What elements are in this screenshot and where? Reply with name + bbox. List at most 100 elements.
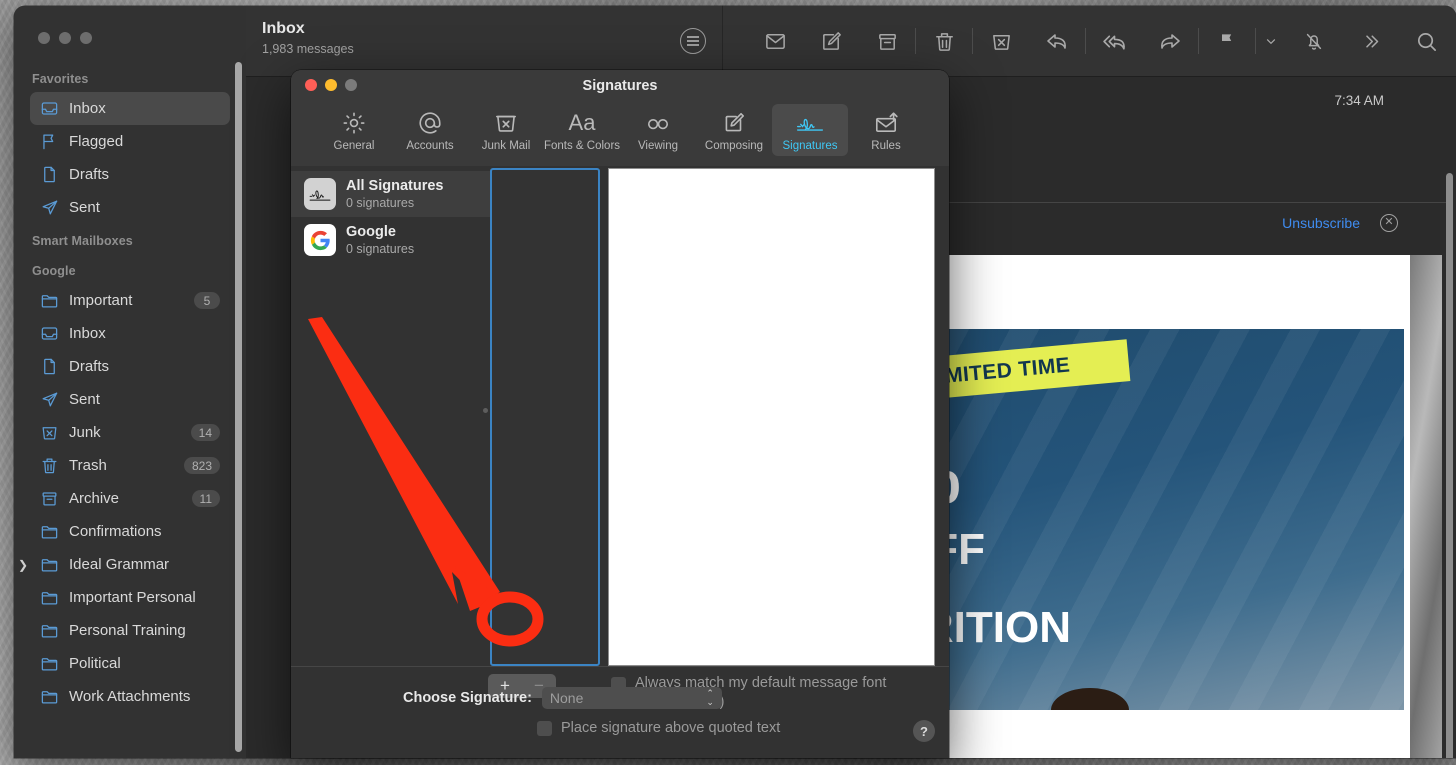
folder-icon — [38, 621, 60, 640]
reading-pane-scrollbar[interactable] — [1446, 173, 1453, 758]
choose-signature-dropdown[interactable]: None ⌃ ⌄ — [541, 687, 722, 709]
sidebar-item-label: Ideal Grammar — [69, 556, 170, 573]
aa-icon: Aa — [568, 110, 596, 135]
tab-label: Accounts — [406, 140, 454, 152]
signature-accounts-list: All Signatures 0 signatures Google 0 signat… — [291, 166, 490, 666]
sidebar-item-archive[interactable]: Archive 11 — [30, 482, 230, 515]
compose-icon[interactable] — [803, 17, 859, 65]
tab-label: Junk Mail — [481, 140, 531, 152]
sidebar-item-junk[interactable]: Junk 14 — [30, 416, 230, 449]
unread-count-badge: 823 — [183, 457, 220, 474]
forward-icon[interactable] — [1142, 17, 1198, 65]
mail-toolbar-row: Inbox 1,983 messages — [246, 6, 1456, 77]
sidebar-item-drafts[interactable]: Drafts — [30, 350, 230, 383]
sidebar-item-confirmations[interactable]: Confirmations — [30, 515, 230, 548]
mailbox-title: Inbox — [262, 20, 305, 37]
junk-bin-icon — [493, 109, 519, 137]
sidebar-item-label: Work Attachments — [69, 688, 191, 705]
tab-accounts[interactable]: Accounts — [392, 104, 468, 156]
inbox-icon — [38, 99, 60, 118]
flag-icon[interactable] — [1199, 17, 1255, 65]
tab-viewing[interactable]: Viewing — [620, 104, 696, 156]
sidebar-scrollbar[interactable] — [235, 62, 242, 752]
flag-dropdown-icon[interactable] — [1256, 17, 1286, 65]
archive-icon[interactable] — [859, 17, 915, 65]
google-logo-icon — [304, 224, 336, 256]
dialog-minimize-button[interactable] — [325, 79, 337, 91]
sidebar-item-drafts[interactable]: Drafts — [30, 158, 230, 191]
junk-icon[interactable] — [973, 17, 1029, 65]
tab-general[interactable]: General — [316, 104, 392, 156]
tab-rules[interactable]: Rules — [848, 104, 924, 156]
sidebar-item-flagged[interactable]: Flagged — [30, 125, 230, 158]
account-name: Google — [346, 223, 396, 240]
sidebar-item-inbox[interactable]: Inbox — [30, 92, 230, 125]
sidebar-item-political[interactable]: Political — [30, 647, 230, 680]
sidebar-item-important[interactable]: Important 5 — [30, 284, 230, 317]
reply-all-icon[interactable] — [1086, 17, 1142, 65]
folder-icon — [38, 555, 60, 574]
minimize-window-button[interactable] — [59, 32, 71, 44]
sidebar-item-ideal-grammar[interactable]: ❯ Ideal Grammar — [18, 548, 230, 581]
sidebar-item-label: Inbox — [69, 100, 106, 117]
choose-signature-value: None — [549, 690, 584, 706]
mailbox-header: Inbox 1,983 messages — [246, 6, 723, 76]
search-icon[interactable] — [1398, 17, 1454, 65]
mailbox-sidebar: Favorites Inbox Flagged Drafts Sent Smart Mai… — [14, 6, 246, 758]
sidebar-item-inbox[interactable]: Inbox — [30, 317, 230, 350]
sidebar-item-label: Drafts — [69, 358, 110, 375]
message-toolbar — [723, 6, 1456, 76]
folder-icon — [38, 654, 60, 673]
help-button[interactable]: ? — [913, 720, 935, 742]
folder-icon — [38, 291, 60, 310]
folder-icon — [38, 588, 60, 607]
signature-icon — [795, 109, 825, 137]
dialog-zoom-button[interactable] — [345, 79, 357, 91]
zoom-window-button[interactable] — [80, 32, 92, 44]
sidebar-item-personal-training[interactable]: Personal Training — [30, 614, 230, 647]
mailbox-message-count: 1,983 messages — [262, 42, 354, 56]
close-window-button[interactable] — [38, 32, 50, 44]
place-signature-option[interactable]: Place signature above quoted text — [291, 719, 949, 736]
choose-signature-label: Choose Signature: — [403, 690, 532, 706]
place-signature-checkbox[interactable] — [537, 721, 552, 736]
disclosure-chevron-icon[interactable]: ❯ — [18, 559, 28, 571]
tab-fonts-colors[interactable]: Aa Fonts & Colors — [544, 104, 620, 156]
tab-composing[interactable]: Composing — [696, 104, 772, 156]
get-mail-icon[interactable] — [747, 17, 803, 65]
tab-junk-mail[interactable]: Junk Mail — [468, 104, 544, 156]
sidebar-item-sent[interactable]: Sent — [30, 383, 230, 416]
place-signature-label: Place signature above quoted text — [561, 719, 781, 736]
sidebar-item-trash[interactable]: Trash 823 — [30, 449, 230, 482]
preferences-tabbar: General Accounts Junk Mail Aa Fonts & Colors… — [291, 102, 949, 164]
paper-plane-icon — [38, 390, 60, 409]
signature-account-all-signatures[interactable]: All Signatures 0 signatures — [291, 171, 490, 217]
signature-account-google[interactable]: Google 0 signatures — [291, 217, 490, 263]
account-signature-count: 0 signatures — [346, 196, 415, 211]
pane-resize-grip[interactable] — [483, 408, 488, 413]
delete-icon[interactable] — [916, 17, 972, 65]
window-traffic-lights[interactable] — [38, 32, 92, 44]
tab-signatures[interactable]: Signatures — [772, 104, 848, 156]
sidebar-item-work-attachments[interactable]: Work Attachments — [30, 680, 230, 713]
filter-icon[interactable] — [680, 28, 706, 54]
junk-icon — [38, 423, 60, 442]
reply-icon[interactable] — [1029, 17, 1085, 65]
trash-icon — [38, 456, 60, 475]
sidebar-item-label: Personal Training — [69, 622, 186, 639]
sidebar-section-header: Google — [32, 264, 76, 278]
more-icon[interactable] — [1342, 17, 1398, 65]
sidebar-item-sent[interactable]: Sent — [30, 191, 230, 224]
unsubscribe-link[interactable]: Unsubscribe — [1282, 215, 1360, 231]
close-circle-icon[interactable]: ✕ — [1380, 214, 1398, 232]
signature-names-list[interactable] — [490, 168, 600, 666]
tab-label: Composing — [704, 140, 764, 152]
unread-count-badge: 14 — [190, 424, 220, 441]
dialog-close-button[interactable] — [305, 79, 317, 91]
dialog-title: Signatures — [582, 78, 658, 94]
sidebar-item-important-personal[interactable]: Important Personal — [30, 581, 230, 614]
signature-editor[interactable] — [608, 168, 935, 666]
chevron-up-down-icon: ⌃ ⌄ — [706, 687, 714, 707]
mute-icon[interactable] — [1286, 17, 1342, 65]
sidebar-item-label: Important — [69, 292, 133, 309]
